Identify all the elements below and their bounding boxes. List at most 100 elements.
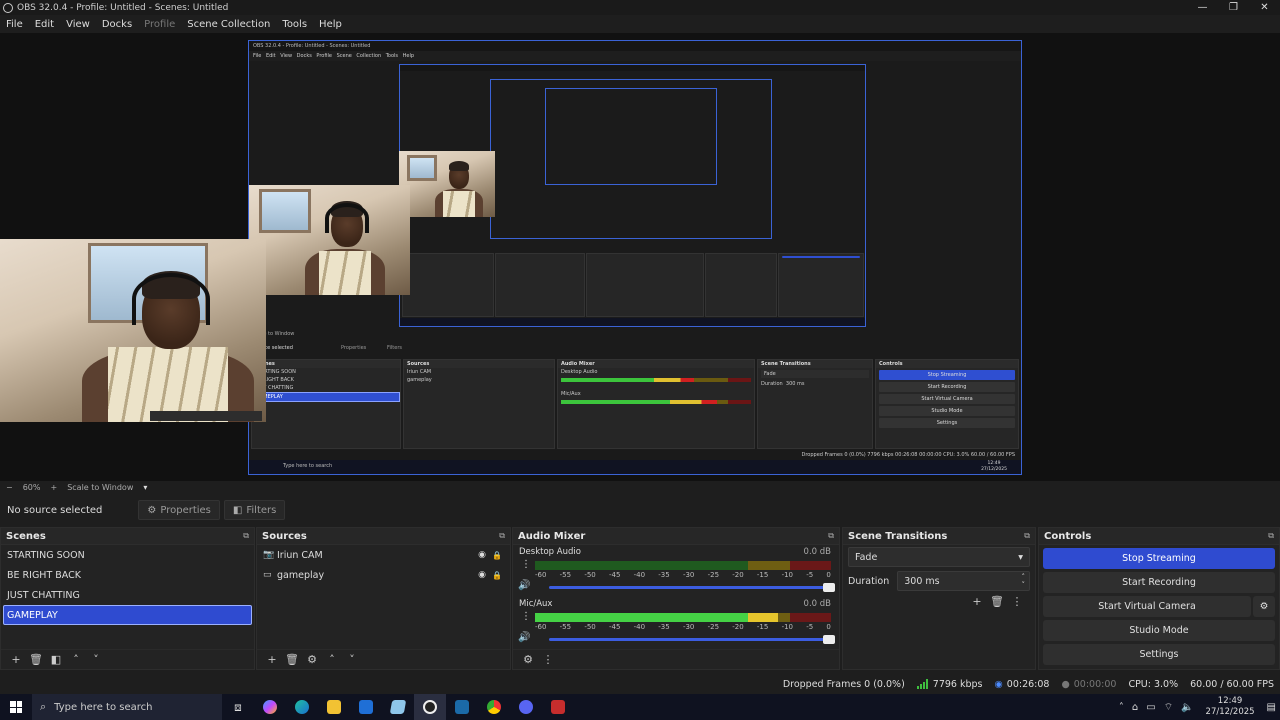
scale-mode-label[interactable]: Scale to Window — [67, 483, 133, 492]
display-icon[interactable]: ▭ — [1146, 702, 1155, 713]
transition-select[interactable]: Fade ▾ — [848, 547, 1030, 567]
chrome-icon[interactable] — [478, 694, 510, 720]
kebab-menu-icon[interactable]: ⋮ — [521, 559, 531, 570]
zoom-in-button[interactable]: + — [50, 483, 57, 492]
close-button[interactable]: ✕ — [1249, 0, 1280, 15]
move-up-icon[interactable]: ˄ — [66, 653, 86, 666]
gear-icon[interactable]: ⚙ — [302, 653, 322, 666]
nested-source-item: gameplay — [407, 377, 432, 383]
trash-icon[interactable]: 🗑 — [987, 595, 1007, 608]
nested-meter — [561, 378, 751, 382]
trash-icon[interactable]: 🗑 — [26, 653, 46, 666]
slider-handle[interactable] — [823, 583, 835, 592]
lock-icon[interactable]: 🔒 — [492, 571, 502, 580]
properties-button[interactable]: ⚙ Properties — [138, 500, 220, 520]
lock-icon[interactable]: 🔒 — [492, 551, 502, 560]
menu-tools[interactable]: Tools — [282, 19, 307, 30]
steam-icon[interactable] — [446, 694, 478, 720]
edge-icon[interactable] — [286, 694, 318, 720]
move-down-icon[interactable]: ˅ — [342, 653, 362, 666]
obs-taskbar-icon[interactable] — [414, 694, 446, 720]
taskbar-search[interactable]: ⌕ Type here to search — [32, 694, 222, 720]
source-item[interactable]: 📷 Iriun CAM ◉ 🔒 — [257, 545, 510, 565]
monitor-icon: ▭ — [263, 570, 272, 580]
menu-profile[interactable]: Profile — [144, 19, 175, 30]
meter-tick-label: -60 — [535, 571, 547, 579]
speaker-icon[interactable]: 🔊 — [518, 632, 530, 643]
source-item[interactable]: ▭ gameplay ◉ 🔒 — [257, 565, 510, 585]
task-view-icon[interactable]: ⧈ — [222, 694, 254, 720]
meter-tick-label: -5 — [806, 571, 814, 579]
file-explorer-icon[interactable] — [318, 694, 350, 720]
scene-item[interactable]: BE RIGHT BACK — [1, 565, 254, 585]
nested-obs-capture-4 — [545, 88, 717, 185]
clock[interactable]: 12:49 27/12/2025 — [1206, 696, 1255, 718]
stop-streaming-button[interactable]: Stop Streaming — [1043, 548, 1275, 569]
network-icon[interactable]: ⌂ — [1132, 702, 1138, 713]
add-scene-icon[interactable]: + — [6, 653, 26, 666]
nested-sources-panel: Sources Iriun CAM gameplay — [403, 359, 555, 449]
add-source-icon[interactable]: + — [262, 653, 282, 666]
preview-canvas[interactable]: OBS 32.0.4 - Profile: Untitled - Scenes:… — [0, 33, 1280, 481]
menu-edit[interactable]: Edit — [35, 19, 54, 30]
start-virtual-camera-button[interactable]: Start Virtual Camera — [1043, 596, 1251, 617]
move-down-icon[interactable]: ˅ — [86, 653, 106, 666]
menu-scene-collection[interactable]: Scene Collection — [187, 19, 270, 30]
start-button[interactable] — [0, 694, 32, 720]
store-icon[interactable] — [350, 694, 382, 720]
volume-slider[interactable] — [549, 635, 835, 644]
eye-icon[interactable]: ◉ — [478, 570, 486, 580]
menu-docks[interactable]: Docks — [102, 19, 132, 30]
filters-button[interactable]: ◧ Filters — [223, 500, 286, 520]
restore-button[interactable]: ❐ — [1218, 0, 1249, 15]
chevron-up-icon[interactable]: ˄ — [1119, 702, 1124, 713]
spin-arrows-icon[interactable]: ˄ ˅ — [1022, 573, 1026, 589]
zoom-out-button[interactable]: − — [6, 483, 13, 492]
scene-item-selected[interactable]: GAMEPLAY — [3, 605, 252, 625]
menu-help[interactable]: Help — [319, 19, 342, 30]
window-title: OBS 32.0.4 - Profile: Untitled - Scenes:… — [17, 2, 229, 13]
undock-icon[interactable]: ⧉ — [243, 531, 249, 541]
notepad-icon[interactable] — [382, 694, 414, 720]
kebab-menu-icon[interactable]: ⋮ — [521, 611, 531, 622]
eye-icon[interactable]: ◉ — [478, 550, 486, 560]
kebab-menu-icon[interactable]: ⋮ — [1007, 595, 1027, 608]
kebab-menu-icon[interactable]: ⋮ — [538, 653, 558, 666]
start-recording-button[interactable]: Start Recording — [1043, 572, 1275, 593]
nested-taskbar-2 — [400, 318, 865, 326]
undock-icon[interactable]: ⧉ — [499, 531, 505, 541]
nested-controls-panel-2 — [778, 253, 864, 317]
minimize-button[interactable]: — — [1187, 0, 1218, 15]
menu-file[interactable]: File — [6, 19, 23, 30]
trash-icon[interactable]: 🗑 — [282, 653, 302, 666]
undock-icon[interactable]: ⧉ — [1024, 531, 1030, 541]
menu-view[interactable]: View — [66, 19, 90, 30]
copilot-icon[interactable] — [254, 694, 286, 720]
notification-icon[interactable]: ▤ — [1267, 702, 1276, 713]
gear-icon[interactable]: ⚙ — [1253, 596, 1275, 617]
settings-button[interactable]: Settings — [1043, 644, 1275, 665]
meter-tick-label: -10 — [781, 571, 793, 579]
cpu-usage: CPU: 3.0% — [1128, 678, 1179, 690]
scene-item[interactable]: STARTING SOON — [1, 545, 254, 565]
discord-icon[interactable] — [510, 694, 542, 720]
chevron-down-icon[interactable]: ▾ — [143, 483, 147, 492]
scene-filters-icon[interactable]: ◧ — [46, 653, 66, 666]
channel-name: Mic/Aux — [519, 599, 553, 609]
nested-settings: Settings — [879, 418, 1015, 428]
mixer-settings-icon[interactable]: ⚙ — [518, 653, 538, 666]
undock-icon[interactable]: ⧉ — [828, 531, 834, 541]
slider-handle[interactable] — [823, 635, 835, 644]
speaker-icon[interactable]: 🔊 — [518, 580, 530, 591]
move-up-icon[interactable]: ˄ — [322, 653, 342, 666]
volume-icon[interactable]: 🔈 — [1181, 702, 1193, 713]
app-icon[interactable] — [542, 694, 574, 720]
studio-mode-button[interactable]: Studio Mode — [1043, 620, 1275, 641]
duration-spinbox[interactable]: 300 ms ˄ ˅ — [897, 571, 1030, 591]
add-transition-icon[interactable]: + — [967, 595, 987, 608]
status-bar: Dropped Frames 0 (0.0%) 7796 kbps ◉ 00:2… — [0, 674, 1280, 694]
volume-slider[interactable] — [549, 583, 835, 592]
scene-item[interactable]: JUST CHATTING — [1, 585, 254, 605]
wifi-icon[interactable]: ⌔ — [1164, 701, 1173, 714]
undock-icon[interactable]: ⧉ — [1268, 531, 1274, 541]
